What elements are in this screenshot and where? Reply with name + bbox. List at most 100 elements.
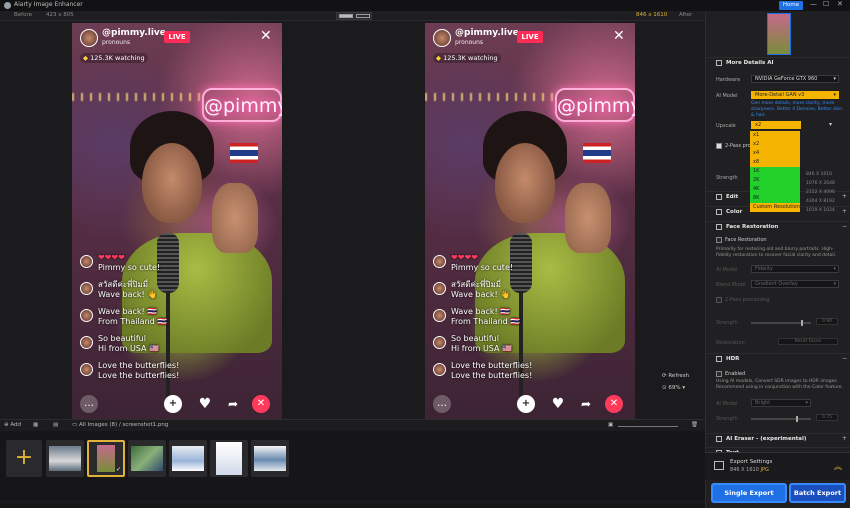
section-face-restoration[interactable]: Face Restoration − <box>706 221 850 231</box>
strength2-value[interactable]: 0.90 <box>816 318 838 325</box>
all-images-tab[interactable]: ▭ All Images (8) / screenshot1.png <box>72 422 168 428</box>
chevron-up-icon[interactable]: ︽ <box>834 461 842 472</box>
upscale-option[interactable]: x4 <box>750 149 800 158</box>
preview-canvas[interactable]: @pimmy.liv @pimmy.live pronouns LIVE ✕ ◆… <box>0 21 705 419</box>
image-thumbnail-selected[interactable]: ✓ <box>87 440 125 477</box>
ai-model-select[interactable]: More-Detail GAN v3 ▾ <box>751 91 839 99</box>
add-label: Add <box>10 422 22 428</box>
comment-avatar <box>80 282 93 295</box>
face-model-select[interactable]: Fidelity ▾ <box>751 265 839 273</box>
face-restoration-hint: Primarily for restoring old and blurry p… <box>716 247 837 258</box>
current-file-name: screenshot1.png <box>122 422 169 428</box>
thumbnail-image <box>172 446 204 471</box>
blend-label: Blend Mode <box>716 282 746 288</box>
live-badge: LIVE <box>517 31 543 43</box>
view-bar: Before 423 x 805 846 x 1610 After <box>0 11 705 21</box>
strength2-slider[interactable] <box>751 320 811 326</box>
list-view-icon[interactable]: ▤ <box>53 422 58 428</box>
batch-export-button[interactable]: Batch Export <box>789 483 846 503</box>
blend-value: Gradient Overlay <box>755 281 798 287</box>
strength-label: Strength <box>716 175 738 181</box>
add-images-button[interactable]: ⊕ Add <box>4 422 21 428</box>
two-pass-2-checkbox[interactable] <box>716 297 722 303</box>
export-settings[interactable]: Export Settings 846 X 1610 JPG ︽ <box>705 452 850 480</box>
upscale-option[interactable]: x1 <box>750 131 800 140</box>
hdr-mode-label: AI Model <box>716 401 738 407</box>
upscale-option[interactable]: x8 <box>750 158 800 167</box>
comment-text: Wave back! 🇹🇭 From Thailand 🇹🇭 <box>98 307 168 326</box>
reset-faces-button[interactable]: Reset Faces <box>778 338 838 345</box>
section-ai-eraser[interactable]: AI Eraser - (experimental) + <box>706 433 850 443</box>
hdr-mode-select[interactable]: Bright ▾ <box>751 399 811 407</box>
split-view-icon[interactable] <box>339 14 353 18</box>
chevron-down-icon[interactable]: ▾ <box>829 121 832 128</box>
upscale-option[interactable]: 4K <box>750 185 800 194</box>
add-image-tile[interactable]: + <box>6 440 42 477</box>
upscale-select[interactable]: x2 <box>751 121 801 129</box>
side-by-side-view-icon[interactable] <box>356 14 370 18</box>
close-window-icon[interactable]: ✕ <box>837 0 843 8</box>
face-restoration-checkbox[interactable] <box>716 237 722 243</box>
ai-model-value: More-Detail GAN v3 <box>755 92 805 98</box>
section-hdr[interactable]: HDR − <box>706 353 850 363</box>
hdr-enabled-label: Enabled <box>725 371 746 377</box>
image-thumbnail[interactable] <box>128 440 166 477</box>
upscale-option[interactable]: 2K <box>750 176 800 185</box>
settings-panel: More Details AI Hardware NVIDIA GeForce … <box>705 11 850 508</box>
plus-icon: + <box>517 395 535 413</box>
edit-icon <box>716 194 722 200</box>
upscale-dim: 1019 X 1024 <box>806 208 835 213</box>
maximize-icon[interactable]: ☐ <box>823 0 829 8</box>
chat-icon: … <box>80 395 98 413</box>
grid-view-icon[interactable]: ▦ <box>33 422 38 428</box>
comment-avatar <box>80 336 93 349</box>
comment-text: So beautiful Hi from USA 🇺🇸 <box>98 334 159 353</box>
image-thumbnail[interactable] <box>169 440 207 477</box>
strip-scrollbar[interactable] <box>0 500 705 504</box>
string-lights <box>72 93 202 101</box>
comment-text: สวัสดีค่ะพี่ปิมมี่ Wave back! 👋 <box>451 280 511 299</box>
upscale-option[interactable]: 1K <box>750 167 800 176</box>
stream-bottom-bar: … + ♥ ➦ ✕ <box>72 391 282 419</box>
single-export-button[interactable]: Single Export <box>711 483 787 503</box>
hdr-strength-slider[interactable] <box>751 416 811 422</box>
refresh-button[interactable]: ⟳ Refresh <box>662 373 689 379</box>
image-thumbnail[interactable] <box>210 440 248 477</box>
user-subtitle: pronouns <box>455 39 484 46</box>
thumbnail-size-slider[interactable] <box>618 426 678 427</box>
hardware-select[interactable]: NVIDIA GeForce GTX 960 ▾ <box>751 75 839 83</box>
waving-hand <box>565 183 611 253</box>
trash-icon[interactable]: 🗑 <box>691 422 698 428</box>
ai-model-label: AI Model <box>716 93 738 99</box>
slider-knob[interactable] <box>796 416 798 422</box>
before-label: Before <box>14 12 32 18</box>
current-image-thumbnail[interactable] <box>767 13 791 55</box>
section-more-details[interactable]: More Details AI <box>706 57 850 67</box>
two-pass-checkbox[interactable] <box>716 143 722 149</box>
hdr-strength-label: Strength <box>716 416 738 422</box>
close-icon: ✕ <box>613 28 625 44</box>
compare-view-toggle[interactable] <box>336 12 372 20</box>
image-icon[interactable]: ▣ <box>608 422 613 428</box>
thumbnail-image <box>49 446 81 471</box>
minimize-icon[interactable]: — <box>810 0 817 8</box>
upscale-option[interactable]: 8K <box>750 194 800 203</box>
blend-select[interactable]: Gradient Overlay ▾ <box>751 280 839 288</box>
upscale-dim: 1076 X 2048 <box>806 181 835 186</box>
upscale-option[interactable]: x2 <box>750 140 800 149</box>
comment-item: So beautiful Hi from USA 🇺🇸 <box>80 332 200 358</box>
slider-knob[interactable] <box>801 320 803 326</box>
upscale-option-custom[interactable]: Custom Resolution <box>750 203 800 212</box>
chevron-down-icon: ▾ <box>833 281 836 287</box>
hdr-strength-value[interactable]: 0.75 <box>816 414 838 421</box>
diamond-icon: ◆ <box>83 54 88 62</box>
hdr-enabled-checkbox[interactable] <box>716 371 722 377</box>
comment-list: ❤❤❤❤ Pimmy so cute! สวัสดีค่ะพี่ปิมมี่ W… <box>433 251 553 386</box>
image-thumbnail[interactable] <box>251 440 289 477</box>
thai-flag <box>230 143 258 163</box>
comment-hearts: ❤❤❤❤ <box>451 253 478 262</box>
image-thumbnail[interactable] <box>46 440 84 477</box>
zoom-control[interactable]: ⊙ 69% ▾ <box>662 385 685 391</box>
comment-item: Wave back! 🇹🇭 From Thailand 🇹🇭 <box>433 305 553 331</box>
home-button[interactable]: Home <box>779 1 803 10</box>
